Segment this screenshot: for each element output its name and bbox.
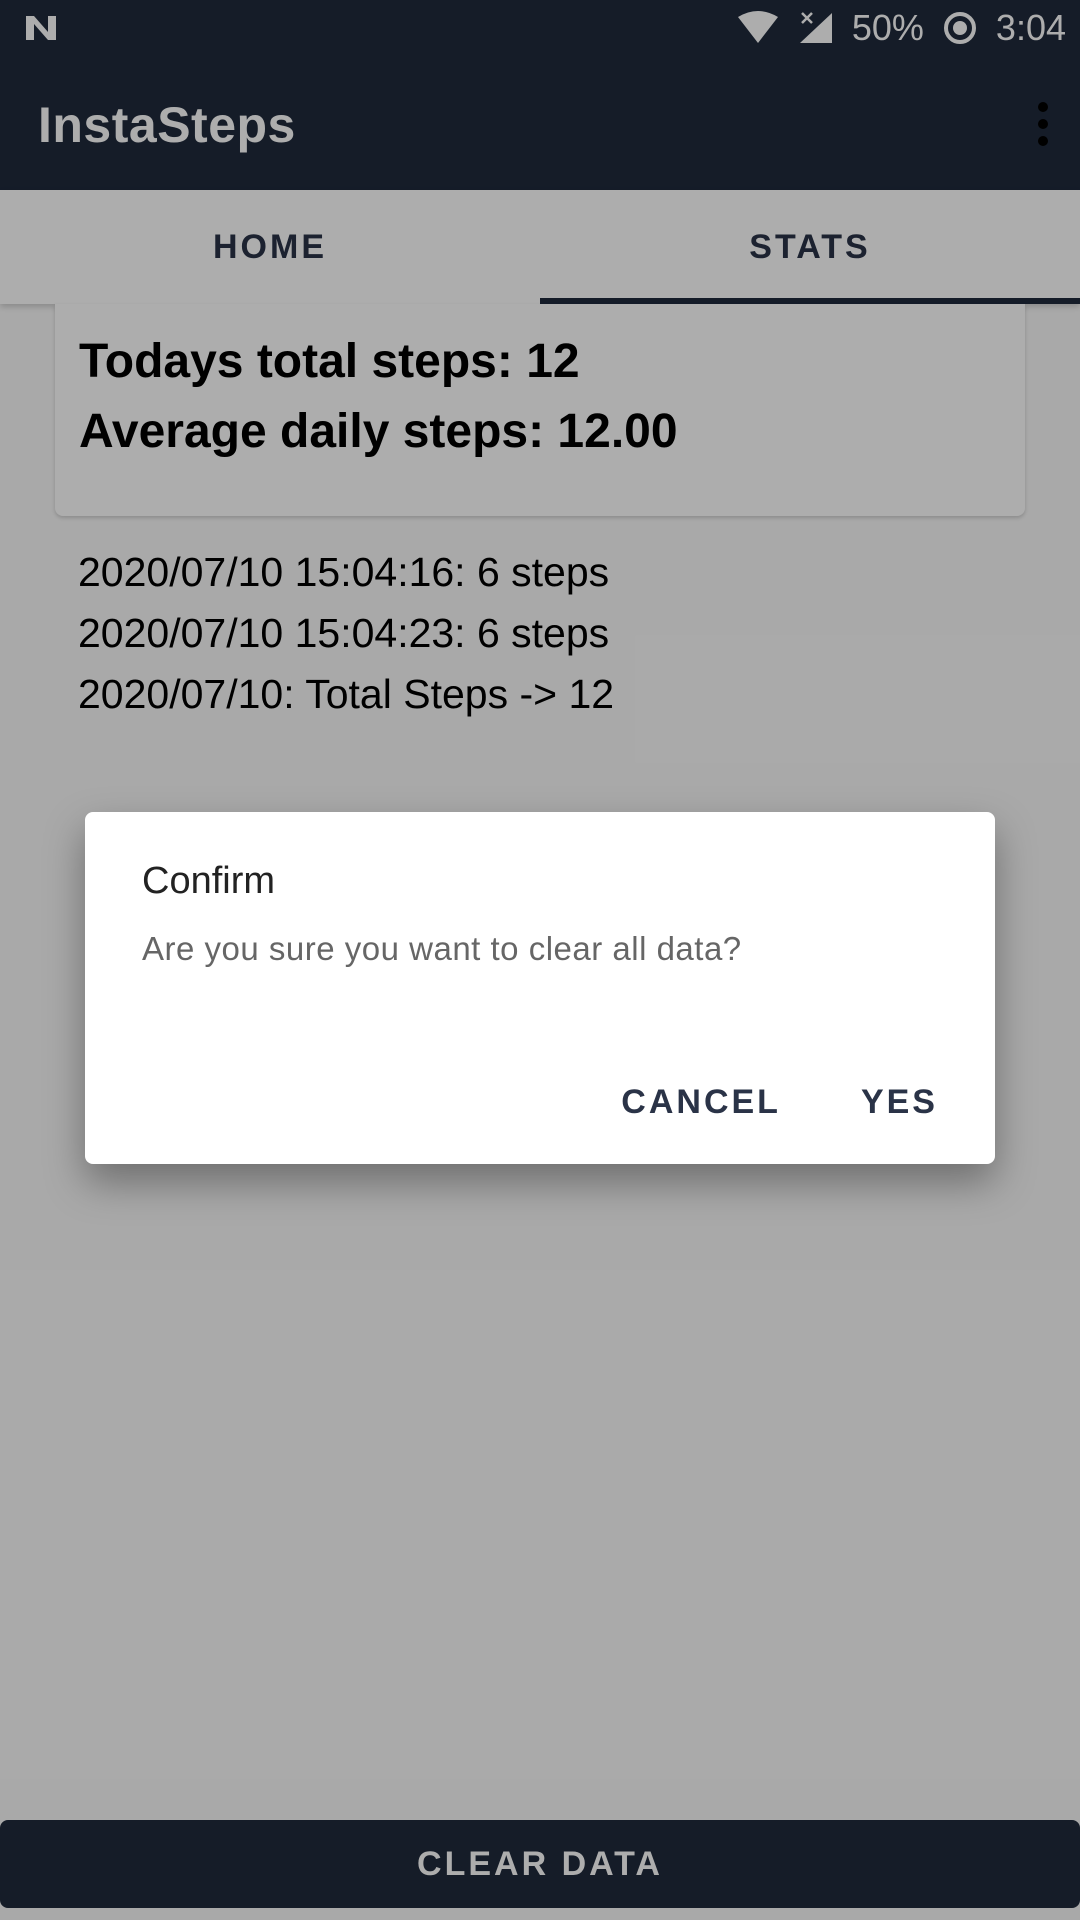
dialog-message: Are you sure you want to clear all data? (142, 930, 742, 967)
cancel-button[interactable]: CANCEL (621, 1083, 781, 1122)
dialog-title: Confirm (142, 860, 276, 902)
dialog-actions: CANCEL YES (621, 1083, 938, 1122)
confirm-dialog: Confirm Are you sure you want to clear a… (85, 812, 995, 1164)
yes-button[interactable]: YES (861, 1083, 938, 1122)
